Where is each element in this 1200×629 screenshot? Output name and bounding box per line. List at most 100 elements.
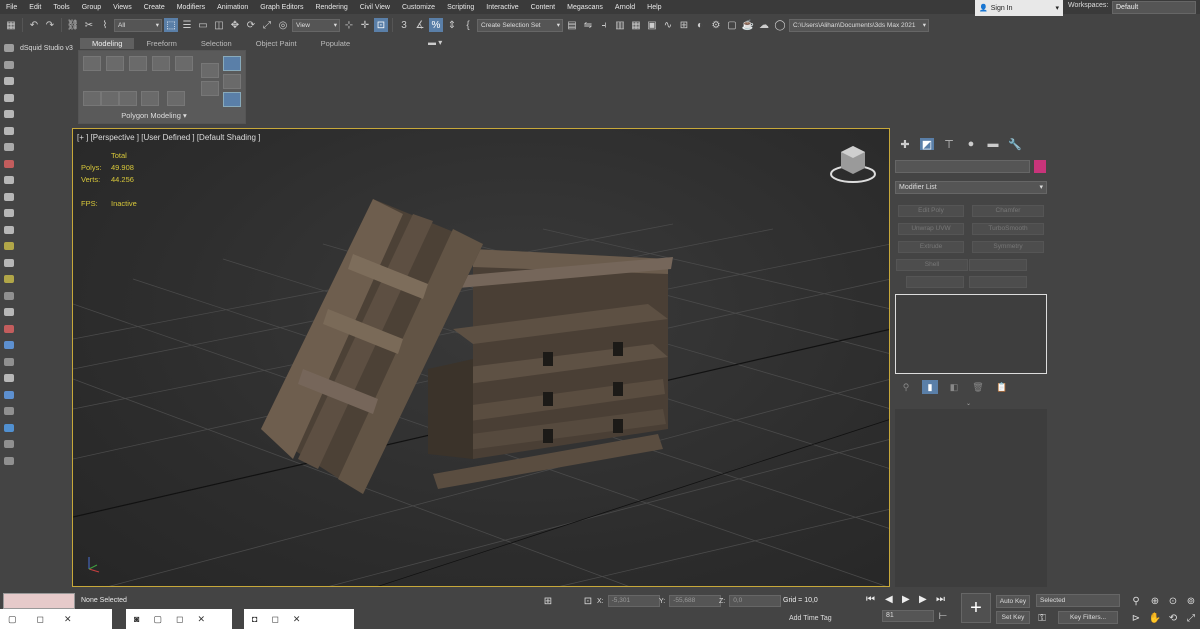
current-frame-field[interactable]: 81 [882,610,934,622]
left-tool-icon[interactable] [4,308,14,316]
auto-key-button[interactable]: Auto Key [996,595,1030,608]
key-icon[interactable]: ⚿ [1036,612,1048,624]
field-of-view-icon[interactable]: ⊳ [1130,612,1142,624]
maximize-icon[interactable]: ◻ [176,614,183,625]
shell-button[interactable]: Shell [896,259,968,271]
use-soft-selection-icon[interactable] [223,56,241,71]
tab-freeform[interactable]: Freeform [134,39,188,48]
menu-group[interactable]: Group [76,4,107,11]
key-mode-icon[interactable]: ⊢ [937,610,949,622]
zoom-icon[interactable]: ⚲ [1130,595,1142,607]
grow-icon[interactable] [83,91,101,106]
menu-help[interactable]: Help [641,4,667,11]
isolate-icon[interactable]: ⊞ [542,595,554,607]
maximize-viewport-icon[interactable]: ⤢ [1185,612,1197,624]
edge-icon[interactable] [106,56,124,71]
previous-frame-icon[interactable]: ◀ [885,594,893,605]
viewport-label[interactable]: [+ ] [Perspective ] [User Defined ] [Def… [77,133,260,142]
workspace-select[interactable]: Default [1112,1,1196,14]
menu-edit[interactable]: Edit [23,4,47,11]
menu-create[interactable]: Create [138,4,171,11]
snap-icon[interactable]: 3 [397,18,411,32]
left-tool-icon[interactable] [4,357,14,366]
selection-filter-select[interactable]: All [114,18,162,32]
restore-icon[interactable]: ◻ [271,614,278,625]
material-editor-icon[interactable]: ◐ [693,18,707,32]
pin-stack-icon[interactable] [223,74,241,89]
window-crossing-icon[interactable]: ◫ [212,18,226,32]
menu-interactive[interactable]: Interactive [480,4,524,11]
a360-icon[interactable]: ◯ [773,18,787,32]
select-object-icon[interactable]: ⬚ [164,18,178,32]
next-frame-icon[interactable]: ▶ [919,594,927,605]
left-tool-icon[interactable] [4,324,14,333]
left-tool-icon[interactable] [4,126,14,135]
menu-arnold[interactable]: Arnold [609,4,641,11]
tab-selection[interactable]: Selection [189,39,244,48]
empty-modifier-slot[interactable] [969,259,1027,271]
ref-coord-select[interactable]: View [292,18,340,32]
pin-stack-icon[interactable]: ⚲ [898,380,914,394]
left-tool-icon[interactable] [4,44,14,52]
restore-icon[interactable]: ▢ [153,614,162,625]
select-by-name-icon[interactable]: ☰ [180,18,194,32]
go-to-end-icon[interactable]: ⏭ [936,594,945,605]
sign-in-button[interactable]: 👤 Sign In ▾ [975,0,1063,16]
go-to-start-icon[interactable]: ⏮ [866,594,875,605]
ring-icon[interactable] [141,91,159,106]
configure-sets-icon[interactable]: 📋 [994,380,1010,394]
scale-icon[interactable]: ⤢ [260,18,274,32]
turbosmooth-button[interactable]: TurboSmooth [972,223,1044,235]
selection-set-select[interactable]: Create Selection Set [477,18,563,32]
minimized-window[interactable]: ◙ ▢ ◻ ✕ [126,609,232,629]
edit-named-sets-icon[interactable]: { [461,18,475,32]
menu-modifiers[interactable]: Modifiers [171,4,211,11]
mirror-axis-icon[interactable]: ✛ [358,18,372,32]
left-tool-icon[interactable] [4,390,14,399]
minimized-window[interactable]: ◘ ◻ ✕ [244,609,354,629]
motion-tab-icon[interactable]: ● [964,138,978,150]
tab-modeling[interactable]: Modeling [80,37,135,49]
set-key-button[interactable]: Set Key [996,611,1030,624]
menu-tools[interactable]: Tools [47,4,75,11]
left-tool-icon[interactable] [4,93,14,102]
tab-populate[interactable]: Populate [309,39,363,48]
viewcube-icon[interactable] [830,146,876,183]
bind-icon[interactable]: ⌇ [98,18,112,32]
manipulate-icon[interactable]: ⊡ [374,18,388,32]
pan-icon[interactable]: ✋ [1149,612,1161,624]
empty-modifier-slot[interactable] [969,276,1027,288]
left-tool-icon[interactable] [4,176,14,184]
left-tool-icon[interactable] [4,209,14,217]
left-tool-icon[interactable] [4,423,14,432]
menu-animation[interactable]: Animation [211,4,254,11]
shrink-icon[interactable] [101,91,119,106]
unwrap-uvw-button[interactable]: Unwrap UVW [898,223,964,235]
modify-tab-icon[interactable]: ◩ [920,138,934,151]
chamfer-button[interactable]: Chamfer [972,205,1044,217]
left-tool-icon[interactable] [4,341,14,349]
left-tool-icon[interactable] [4,374,14,382]
schematic-icon[interactable]: ⊞ [677,18,691,32]
left-tool-icon[interactable] [4,456,14,465]
element-icon[interactable] [175,56,193,71]
remove-modifier-icon[interactable]: 🗑 [970,380,986,394]
orbit-icon[interactable]: ⟲ [1167,612,1179,624]
close-icon[interactable]: ✕ [293,614,301,625]
named-sets-icon[interactable]: ▤ [565,18,579,32]
left-tool-icon[interactable] [4,225,14,234]
graphite-icon[interactable]: ▣ [645,18,659,32]
left-tool-icon[interactable] [4,143,14,151]
scene-explorer-icon[interactable]: ▥ [613,18,627,32]
display-tab-icon[interactable]: ▬ [986,138,1000,150]
menu-views[interactable]: Views [107,4,138,11]
align-icon[interactable]: ⫞ [597,18,611,32]
left-tool-icon[interactable] [4,192,14,201]
menu-megascans[interactable]: Megascans [561,4,609,11]
menu-content[interactable]: Content [525,4,562,11]
ribbon-options-icon[interactable]: ▬ ▾ [428,38,442,47]
zoom-extents-icon[interactable]: ⊙ [1167,595,1179,607]
tab-object-paint[interactable]: Object Paint [244,39,309,48]
create-tab-icon[interactable]: ✚ [898,138,912,151]
left-tool-icon[interactable] [4,275,14,283]
